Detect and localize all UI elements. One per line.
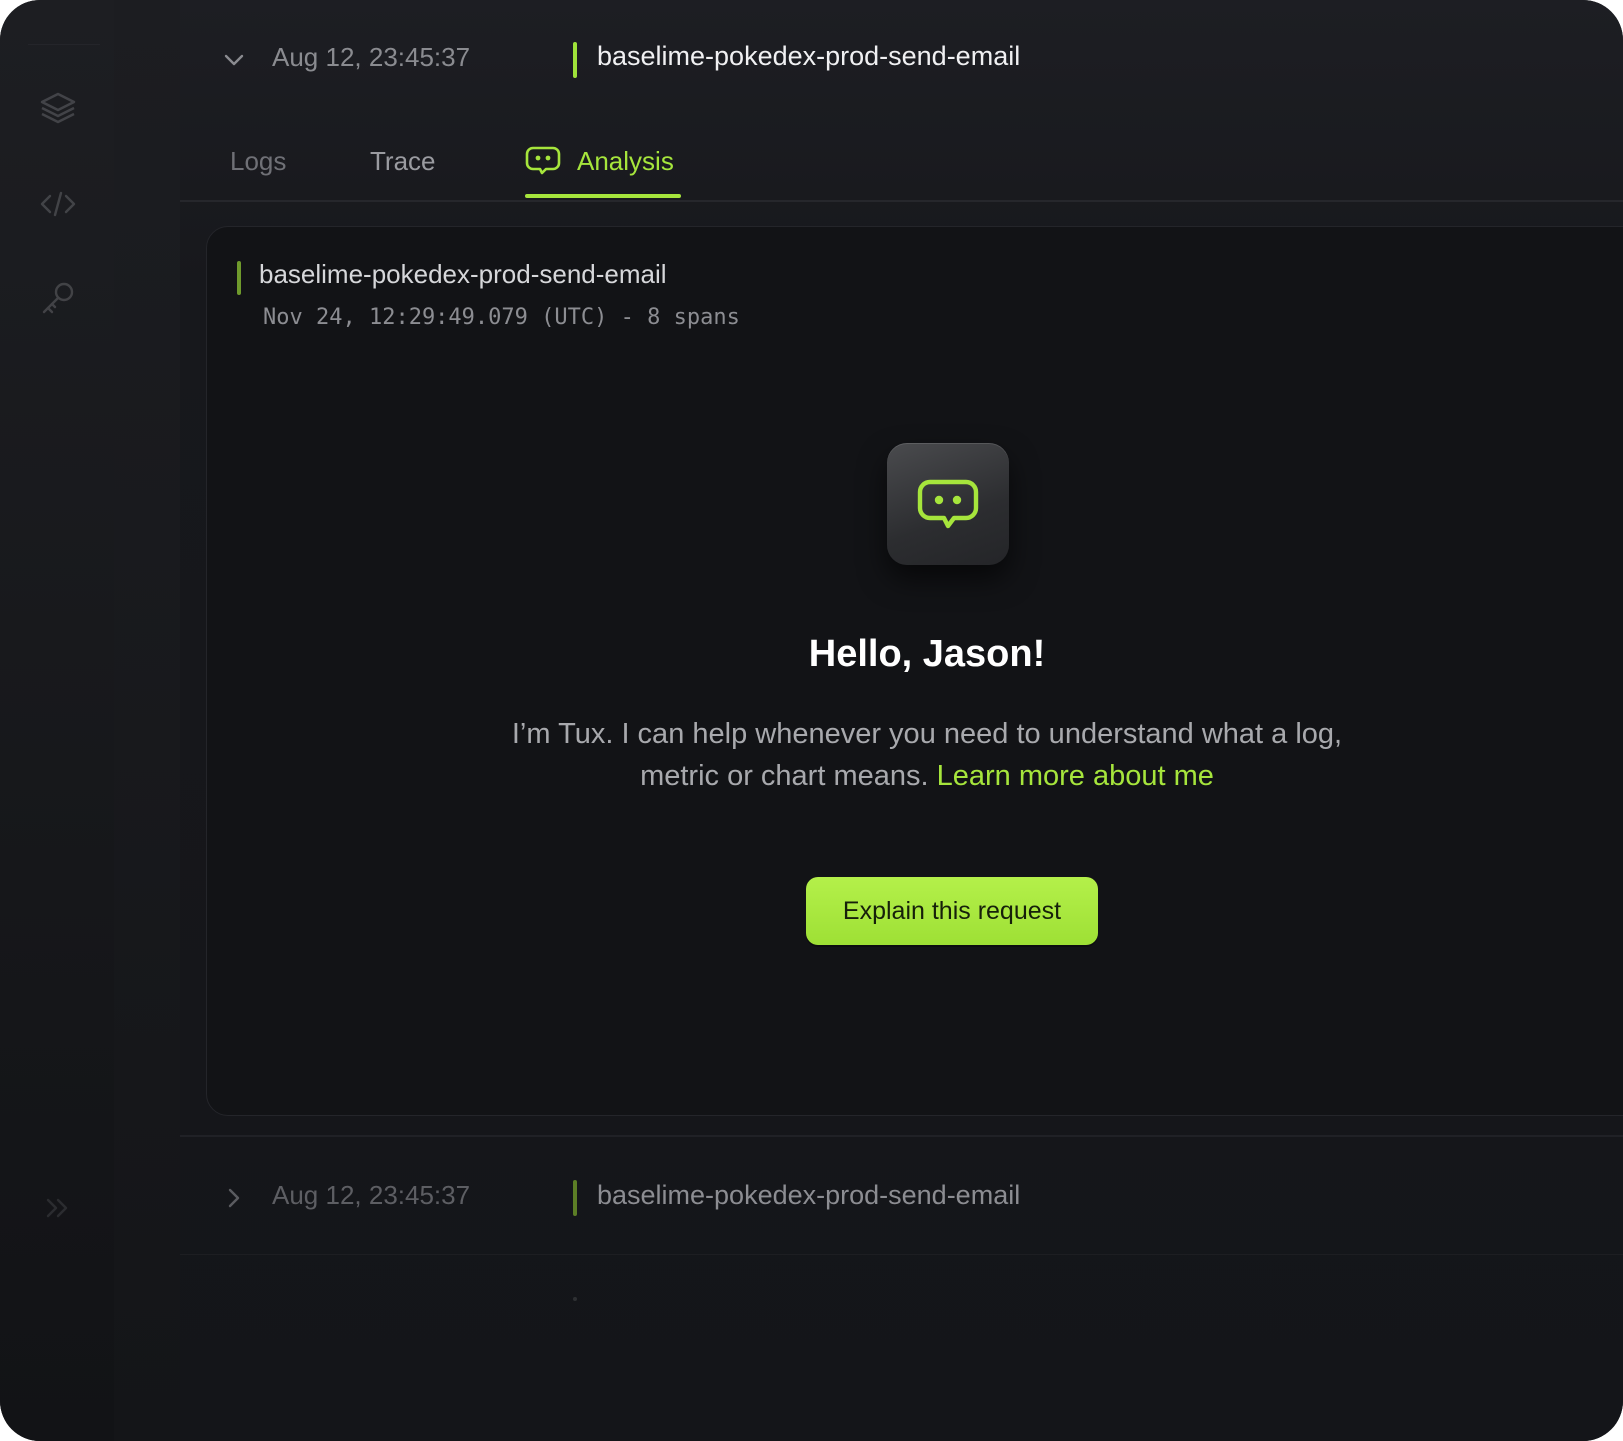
row-status-bar — [573, 1180, 577, 1216]
row-status-bar — [573, 42, 577, 78]
chevron-down-icon[interactable] — [220, 46, 248, 74]
log-row-expanded[interactable]: Aug 12, 23:45:37 baselime-pokedex-prod-s… — [180, 24, 1623, 96]
tab-bar: Logs Trace Analysis — [180, 130, 1623, 202]
expand-icon[interactable] — [38, 1188, 78, 1228]
app-window: Aug 12, 23:45:37 baselime-pokedex-prod-s… — [0, 0, 1623, 1441]
analysis-panel: baselime-pokedex-prod-send-email Nov 24,… — [206, 226, 1623, 1116]
tux-avatar — [887, 443, 1009, 565]
layers-icon[interactable] — [38, 88, 78, 128]
row-divider — [180, 1254, 1623, 1255]
explain-request-button[interactable]: Explain this request — [806, 877, 1098, 945]
code-icon[interactable] — [38, 184, 78, 224]
tab-trace[interactable]: Trace — [370, 146, 436, 177]
main-content: Aug 12, 23:45:37 baselime-pokedex-prod-s… — [180, 0, 1623, 1441]
tab-analysis-label: Analysis — [577, 146, 674, 176]
active-tab-indicator — [525, 194, 681, 198]
bot-icon — [525, 146, 561, 175]
intro-description: I’m Tux. I can help whenever you need to… — [511, 718, 1343, 792]
greeting-heading: Hello, Jason! — [808, 633, 1046, 675]
panel-meta: Nov 24, 12:29:49.079 (UTC) - 8 spans — [263, 305, 740, 330]
row-function-name: baselime-pokedex-prod-send-email — [597, 1180, 1021, 1210]
row-timestamp: Aug 12, 23:45:37 — [272, 42, 471, 72]
sidebar-divider — [28, 44, 100, 45]
learn-more-link[interactable]: Learn more about me — [937, 760, 1214, 792]
log-row-collapsed[interactable]: Aug 12, 23:45:37 baselime-pokedex-prod-s… — [180, 1160, 1623, 1240]
row-status-dot — [573, 1297, 577, 1301]
chevron-right-icon[interactable] — [220, 1184, 248, 1212]
tab-analysis[interactable]: Analysis — [525, 146, 680, 214]
row-timestamp: Aug 12, 23:45:37 — [272, 1180, 471, 1210]
sidebar — [0, 0, 115, 1441]
sidebar-secondary — [114, 0, 181, 1441]
key-icon[interactable] — [38, 278, 78, 318]
row-function-name: baselime-pokedex-prod-send-email — [597, 41, 1021, 71]
panel-status-bar — [237, 261, 241, 295]
intro-text: I’m Tux. I can help whenever you need to… — [507, 713, 1347, 797]
bot-icon — [917, 479, 979, 529]
panel-title: baselime-pokedex-prod-send-email — [259, 259, 667, 289]
tab-logs[interactable]: Logs — [230, 146, 286, 177]
row-divider — [180, 1135, 1623, 1137]
